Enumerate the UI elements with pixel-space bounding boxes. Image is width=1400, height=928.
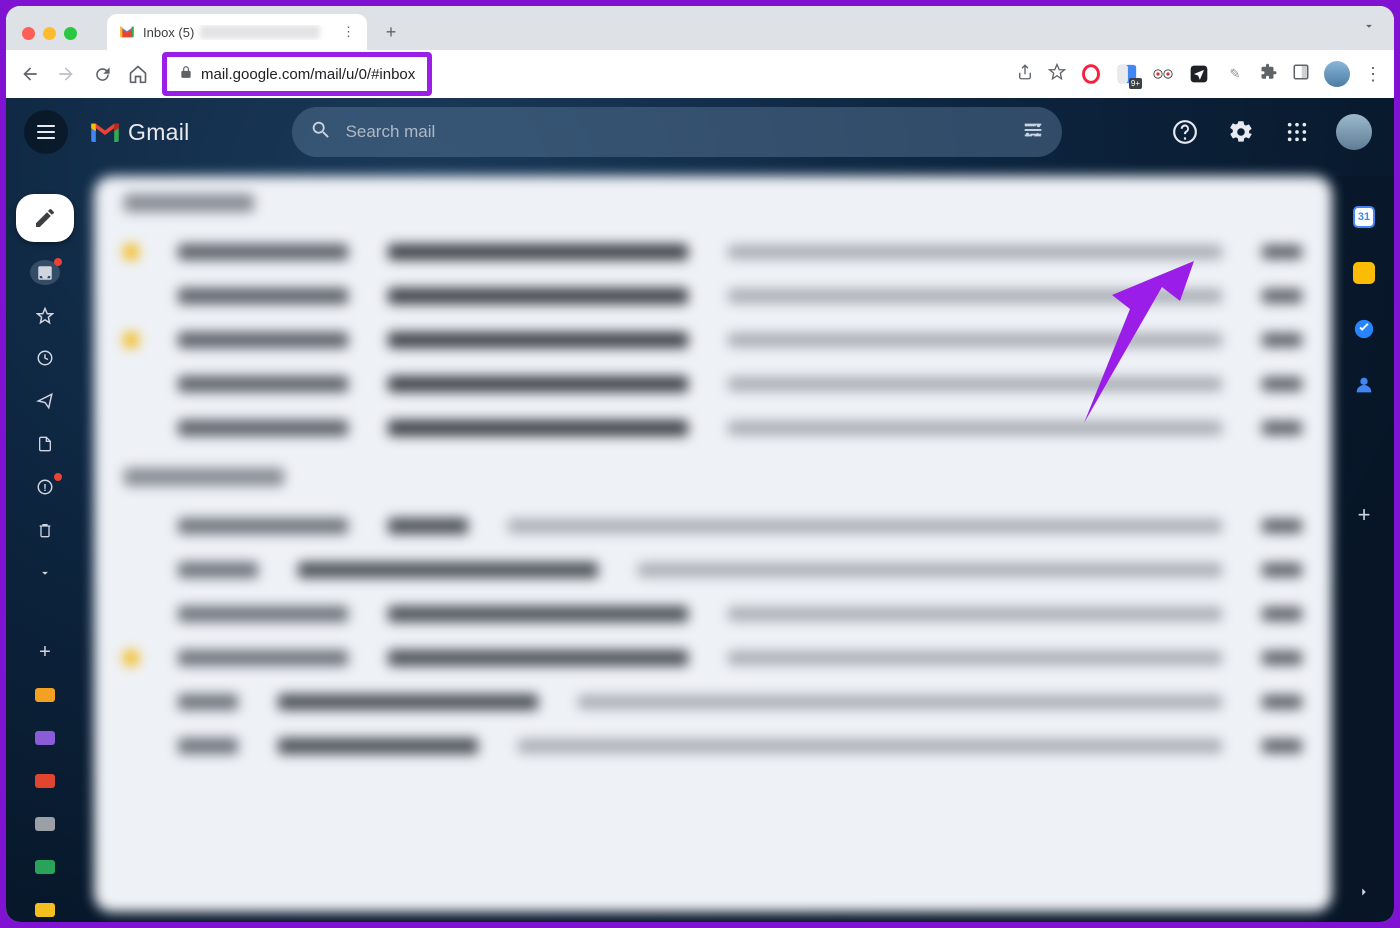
help-icon [1172,119,1198,145]
tab-menu-icon[interactable]: ⋮ [342,24,355,40]
toolbar-actions: 9+ ✎ ⋮ [1016,61,1382,87]
address-bar-url[interactable]: mail.google.com/mail/u/0/#inbox [201,66,415,83]
gmail-product-name: Gmail [128,119,190,146]
close-window-button[interactable] [22,27,35,40]
new-tab-button[interactable]: + [377,18,405,46]
mail-list-blurred [94,176,1332,912]
tasks-app-icon[interactable] [1353,318,1375,340]
extensions-puzzle-icon[interactable] [1260,63,1278,86]
extension-eyes-icon[interactable] [1152,63,1174,85]
side-panel-icon[interactable] [1292,63,1310,86]
notification-dot-icon [54,258,62,266]
side-panel: 31 + [1334,176,1394,922]
compose-button[interactable] [16,194,74,242]
window-controls [16,27,87,50]
gear-icon [1228,119,1254,145]
starred-nav-icon[interactable] [30,303,60,328]
profile-avatar-toolbar[interactable] [1324,61,1350,87]
home-button[interactable] [126,62,150,86]
apps-grid-icon [1286,121,1308,143]
account-avatar[interactable] [1336,114,1372,150]
search-icon [310,119,332,146]
svg-text:!: ! [43,482,47,494]
gmail-header: Gmail [6,98,1394,166]
collapse-panel-icon[interactable] [1357,885,1371,904]
calendar-day-number: 31 [1358,211,1370,223]
gmail-logo[interactable]: Gmail [88,119,190,146]
back-button[interactable] [18,62,42,86]
forward-button[interactable] [54,62,78,86]
tab-strip: Inbox (5) ⋮ + [6,6,1394,50]
search-bar[interactable] [292,107,1062,157]
settings-button[interactable] [1224,115,1258,149]
tab-subtitle-redacted [200,25,320,39]
browser-toolbar: mail.google.com/mail/u/0/#inbox 9+ ✎ ⋮ [6,50,1394,98]
browser-window: Inbox (5) ⋮ + mail.google.co [6,6,1394,922]
drafts-nav-icon[interactable] [30,432,60,457]
extension-opera-icon[interactable] [1080,63,1102,85]
add-on-plus-icon[interactable]: + [1353,504,1375,526]
tab-title: Inbox (5) [143,25,194,40]
calendar-app-icon[interactable]: 31 [1353,206,1375,228]
snoozed-nav-icon[interactable] [30,346,60,371]
sent-nav-icon[interactable] [30,389,60,414]
google-apps-button[interactable] [1280,115,1314,149]
main-menu-button[interactable] [24,110,68,154]
reload-button[interactable] [90,62,114,86]
share-icon[interactable] [1016,63,1034,86]
support-button[interactable] [1168,115,1202,149]
search-options-icon[interactable] [1022,119,1044,146]
extension-brush-icon[interactable]: ✎ [1224,63,1246,85]
label-purple-icon[interactable] [30,725,60,750]
gmail-logo-icon [88,119,122,145]
notification-dot-icon [54,473,62,481]
label-grey-icon[interactable] [30,811,60,836]
label-red-icon[interactable] [30,768,60,793]
extension-translate-icon[interactable]: 9+ [1116,63,1138,85]
gmail-app: Gmail [6,98,1394,922]
browser-menu-icon[interactable]: ⋮ [1364,64,1382,85]
search-input[interactable] [346,122,1008,142]
spam-nav-icon[interactable]: ! [30,475,60,500]
inbox-nav-icon[interactable] [30,260,60,285]
gmail-favicon-icon [119,24,135,40]
hamburger-icon [37,125,55,139]
extension-send-icon[interactable] [1188,63,1210,85]
more-nav-icon[interactable] [30,561,60,586]
label-yellow-icon[interactable] [30,897,60,922]
keep-app-icon[interactable] [1353,262,1375,284]
lock-icon[interactable] [179,65,193,83]
label-green-icon[interactable] [30,854,60,879]
pencil-icon [33,206,57,230]
contacts-app-icon[interactable] [1353,374,1375,396]
bookmark-star-icon[interactable] [1048,63,1066,86]
add-label-icon[interactable]: + [30,640,60,665]
tab-overflow-icon[interactable] [1362,19,1376,38]
trash-nav-icon[interactable] [30,518,60,543]
browser-tab[interactable]: Inbox (5) ⋮ [107,14,367,50]
label-orange-icon[interactable] [30,683,60,708]
left-nav-rail: ! + [6,176,84,922]
address-bar-highlight: mail.google.com/mail/u/0/#inbox [162,52,432,96]
minimize-window-button[interactable] [43,27,56,40]
maximize-window-button[interactable] [64,27,77,40]
